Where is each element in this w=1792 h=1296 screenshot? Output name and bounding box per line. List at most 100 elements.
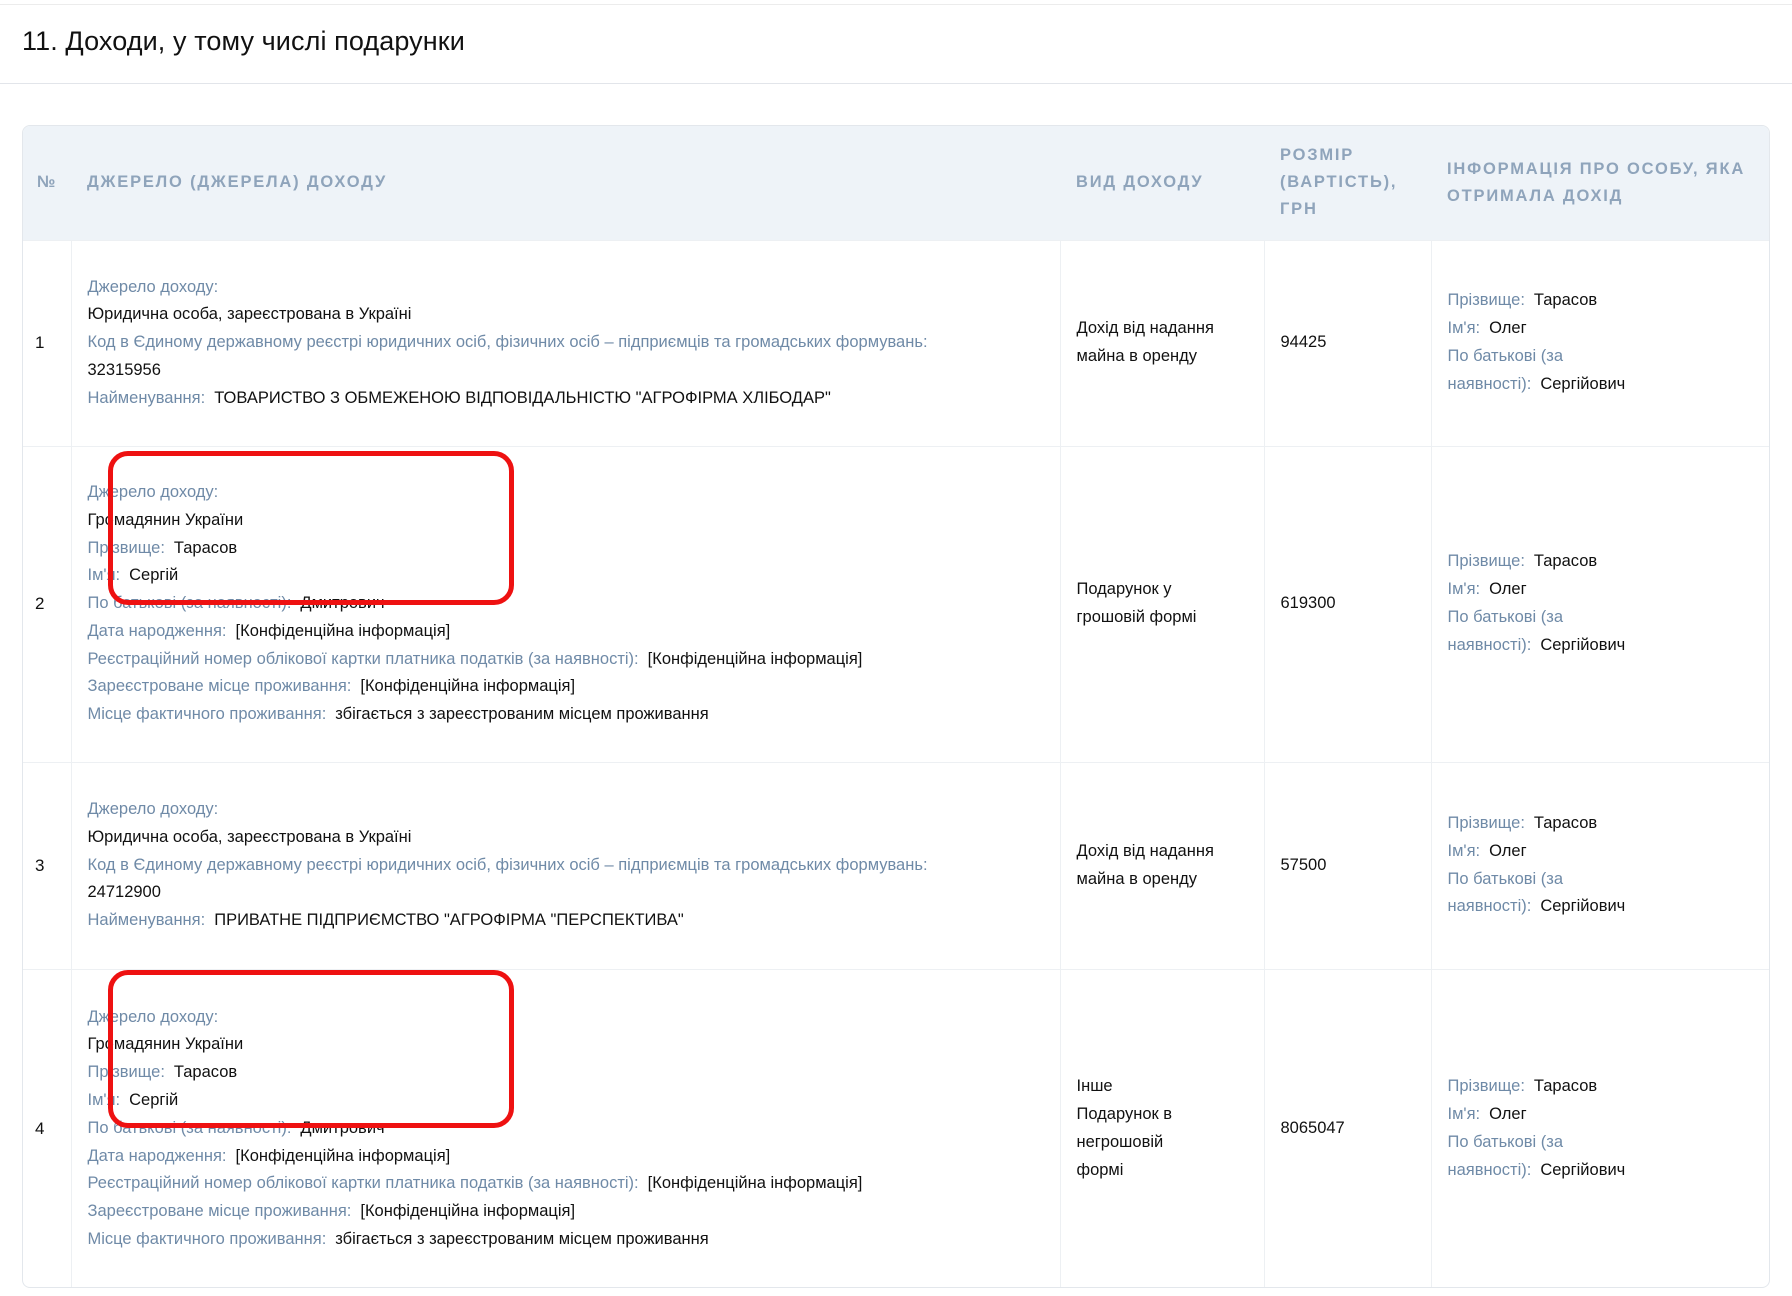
source-type: Громадянин України (87, 510, 244, 529)
header-amount-line: (вартість), (1280, 173, 1398, 192)
income-kind-line: Дохід від надання (1076, 319, 1214, 338)
recipient-cell: Прізвище: Тарасов Ім'я: Олег По батькові (… (1430, 761, 1769, 969)
income-kind-line: Подарунок у (1076, 580, 1172, 599)
table-row: 1 Джерело доходу: Юридична особа, зареєс… (23, 239, 1769, 446)
row-number: 4 (23, 968, 71, 1287)
income-kind-line: Дохід від надання (1076, 841, 1214, 860)
edr-code-value: 24712900 (87, 883, 161, 902)
source-patronymic: Дмитрович (300, 594, 385, 613)
income-amount-cell: 619300 (1263, 445, 1431, 762)
income-kind-cell: Дохід від надання майна в оренду (1059, 239, 1264, 446)
income-amount-cell: 57500 (1263, 761, 1431, 969)
table-row: 4 Джерело доходу: Громадянин України Прі… (23, 968, 1769, 1287)
actual-address-label: Місце фактичного проживання: (87, 705, 327, 724)
header-kind: Вид доходу (1060, 126, 1264, 240)
recipient-patronymic-label: По батькові (за (1447, 608, 1564, 626)
recipient-surname: Тарасов (1533, 291, 1598, 310)
source-first-name-label: Ім'я: (87, 566, 121, 585)
company-name-label: Найменування: (87, 388, 206, 407)
source-surname: Тарасов (173, 538, 238, 557)
actual-address-label: Місце фактичного проживання: (87, 1230, 327, 1249)
recipient-cell: Прізвище: Тарасов Ім'я: Олег По батькові (… (1430, 445, 1769, 762)
source-surname-label: Прізвище: (87, 538, 165, 557)
income-kind-cell: Дохід від надання майна в оренду (1059, 761, 1264, 969)
birth-date-label: Дата народження: (87, 1146, 227, 1165)
recipient-first-name-label: Ім'я: (1447, 319, 1481, 338)
birth-date-label: Дата народження: (87, 621, 227, 640)
edr-code-value: 32315956 (87, 360, 161, 379)
source-type: Юридична особа, зареєстрована в Україні (87, 827, 412, 846)
header-num: № (23, 126, 71, 240)
company-name-value: ТОВАРИСТВО З ОБМЕЖЕНОЮ ВІДПОВІДАЛЬНІСТЮ … (214, 388, 831, 407)
income-kind-line: грошовій формі (1076, 608, 1197, 626)
recipient-patronymic: Сергійович (1540, 635, 1626, 654)
income-source-cell: Джерело доходу: Громадянин України Прізв… (70, 445, 1060, 762)
recipient-surname: Тарасов (1533, 552, 1598, 571)
section-title: 11. Доходи, у тому числі подарунки (22, 26, 465, 56)
row-number: 3 (23, 761, 71, 969)
tax-number-value: [Конфіденційна інформація] (647, 1174, 863, 1193)
top-border (0, 4, 1792, 5)
source-label: Джерело доходу: (87, 482, 219, 501)
income-kind-line: майна в оренду (1076, 869, 1197, 888)
birth-date-value: [Конфіденційна інформація] (235, 621, 451, 640)
table-row: 3 Джерело доходу: Юридична особа, зареєс… (23, 761, 1769, 969)
company-name-value: ПРИВАТНЕ ПІДПРИЄМСТВО "АГРОФІРМА "ПЕРСПЕ… (214, 911, 684, 930)
recipient-patronymic-label: По батькові (за (1447, 347, 1564, 365)
source-first-name-label: Ім'я: (87, 1091, 121, 1110)
income-kind-cell: Інше Подарунок в негрошовій формі (1059, 968, 1264, 1287)
source-label: Джерело доходу: (87, 1007, 219, 1026)
income-table-container: № Джерело (джерела) доходу Вид доходу Ро… (22, 125, 1770, 1288)
table-header-row: № Джерело (джерела) доходу Вид доходу Ро… (23, 126, 1769, 240)
income-kind-line: майна в оренду (1076, 347, 1197, 365)
row-number: 2 (23, 445, 71, 762)
recipient-first-name-label: Ім'я: (1447, 1104, 1481, 1123)
birth-date-value: [Конфіденційна інформація] (235, 1146, 451, 1165)
source-label: Джерело доходу: (87, 800, 219, 818)
source-first-name: Сергій (129, 1091, 179, 1110)
income-kind-line: Інше (1076, 1077, 1113, 1096)
recipient-patronymic-label: наявності): (1447, 1160, 1532, 1179)
actual-address-value: збігається з зареєстрованим місцем прожи… (335, 705, 709, 724)
registered-address-value: [Конфіденційна інформація] (360, 1202, 576, 1221)
recipient-patronymic: Сергійович (1540, 1160, 1626, 1179)
recipient-patronymic-label: По батькові (за (1447, 869, 1564, 888)
source-type: Юридична особа, зареєстрована в Україні (87, 305, 412, 324)
registered-address-value: [Конфіденційна інформація] (360, 677, 576, 696)
recipient-patronymic: Сергійович (1540, 374, 1626, 393)
recipient-first-name: Олег (1489, 841, 1527, 860)
header-amount: Розмір (вартість), грн (1264, 126, 1431, 240)
registered-address-label: Зареєстроване місце проживання: (87, 677, 352, 696)
source-label: Джерело доходу: (87, 277, 219, 296)
header-person-line: отримала дохід (1447, 186, 1624, 205)
recipient-patronymic: Сергійович (1540, 897, 1626, 916)
income-source-cell: Джерело доходу: Юридична особа, зареєстр… (70, 239, 1060, 446)
recipient-surname-label: Прізвище: (1447, 1077, 1525, 1096)
recipient-cell: Прізвище: Тарасов Ім'я: Олег По батькові (… (1430, 968, 1769, 1287)
source-first-name: Сергій (129, 566, 179, 585)
table-row: 2 Джерело доходу: Громадянин України Прі… (23, 445, 1769, 762)
title-divider (0, 83, 1792, 84)
header-person-line: Інформація про особу, яка (1447, 159, 1746, 178)
recipient-surname: Тарасов (1533, 1077, 1598, 1096)
recipient-first-name-label: Ім'я: (1447, 580, 1481, 599)
income-source-cell: Джерело доходу: Громадянин України Прізв… (70, 968, 1060, 1287)
source-patronymic-label: По батькові (за наявності): (87, 594, 292, 613)
source-type: Громадянин України (87, 1035, 244, 1054)
recipient-patronymic-label: наявності): (1447, 897, 1532, 916)
income-table: № Джерело (джерела) доходу Вид доходу Ро… (23, 126, 1769, 1287)
recipient-surname-label: Прізвище: (1447, 813, 1525, 832)
income-kind-line: формі (1076, 1160, 1124, 1179)
header-amount-line: грн (1280, 200, 1318, 219)
registered-address-label: Зареєстроване місце проживання: (87, 1202, 352, 1221)
recipient-patronymic-label: наявності): (1447, 374, 1532, 393)
recipient-first-name: Олег (1489, 319, 1527, 338)
actual-address-value: збігається з зареєстрованим місцем прожи… (335, 1230, 709, 1249)
tax-number-label: Реєстраційний номер облікової картки пла… (87, 649, 639, 668)
recipient-first-name-label: Ім'я: (1447, 841, 1481, 860)
income-source-cell: Джерело доходу: Юридична особа, зареєстр… (70, 761, 1060, 969)
recipient-surname-label: Прізвище: (1447, 552, 1525, 571)
recipient-patronymic-label: По батькові (за (1447, 1132, 1564, 1151)
recipient-patronymic-label: наявності): (1447, 635, 1532, 654)
recipient-cell: Прізвище: Тарасов Ім'я: Олег По батькові (… (1430, 239, 1769, 446)
